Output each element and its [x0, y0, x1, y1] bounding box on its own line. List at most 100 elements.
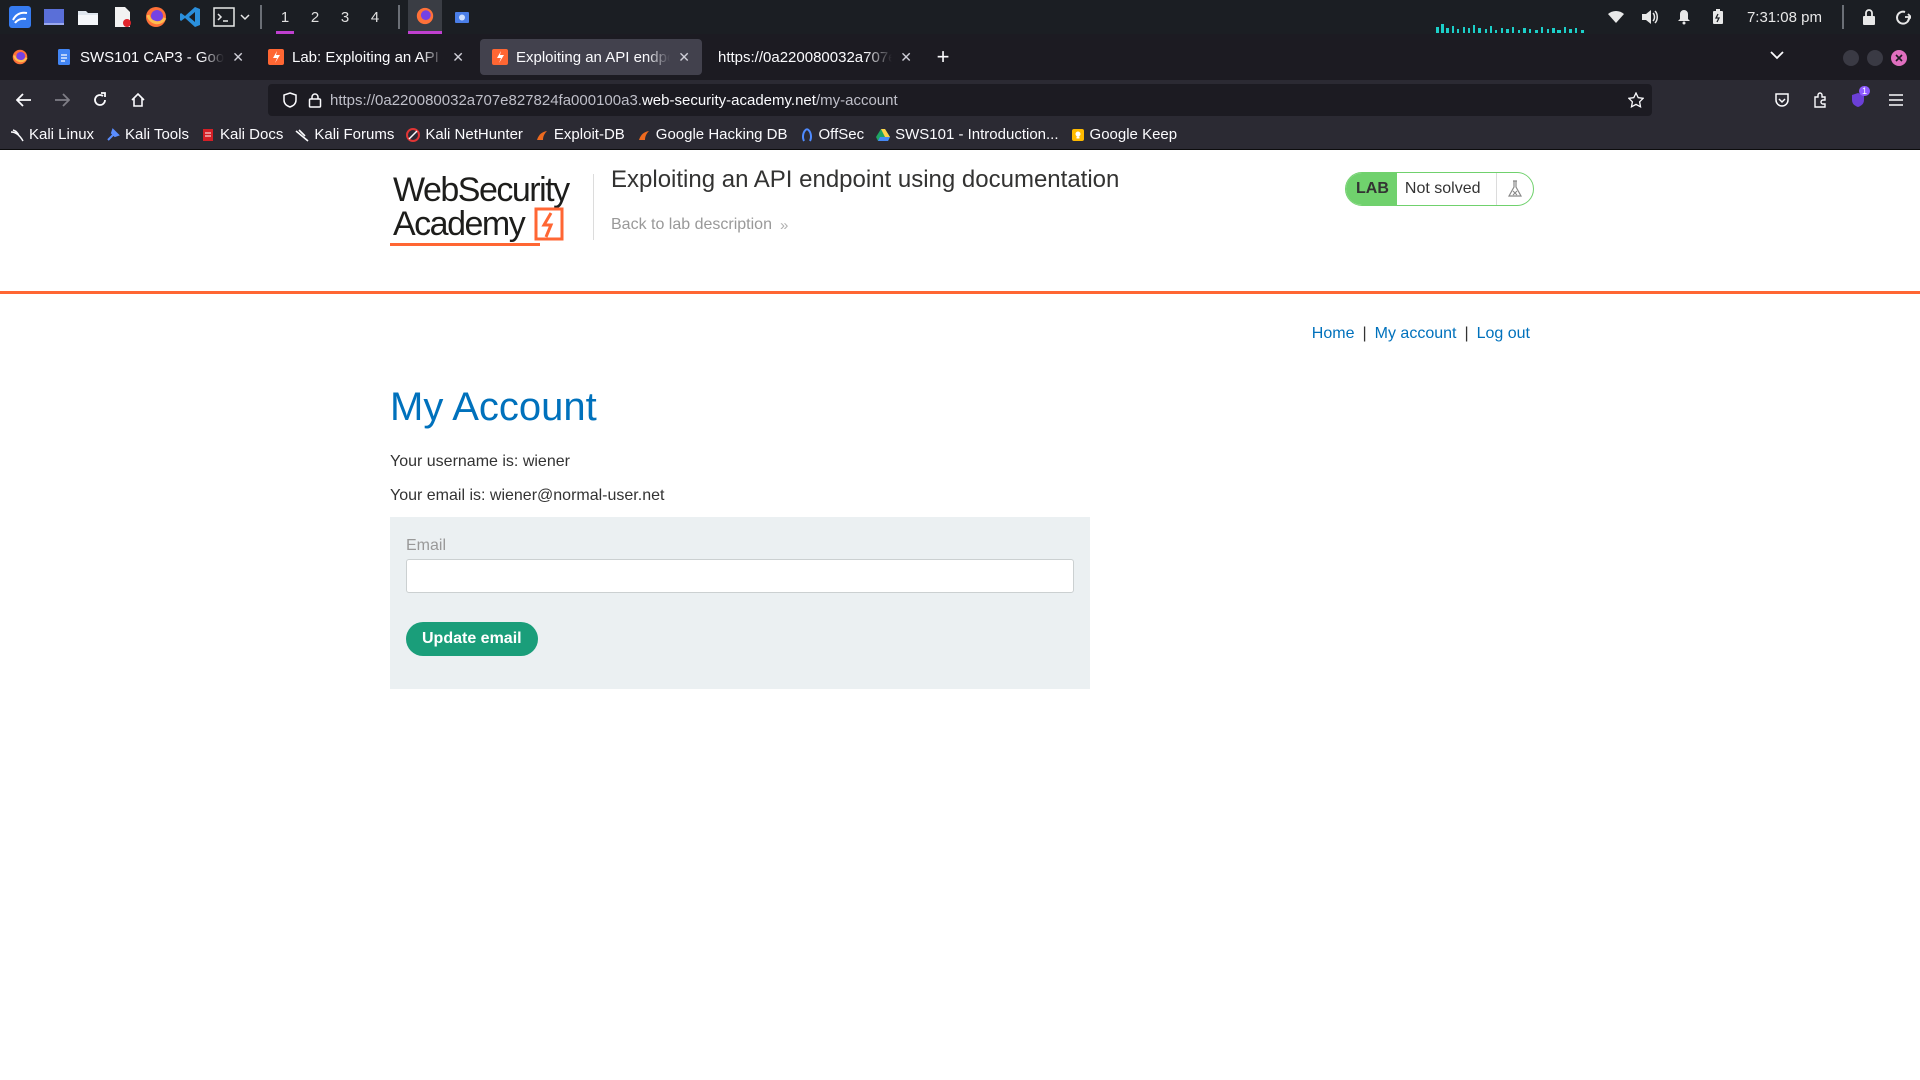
email-input[interactable] [406, 559, 1074, 593]
taskbar-separator [1842, 5, 1844, 29]
lab-title: Exploiting an API endpoint using documen… [611, 166, 1120, 193]
bookmark-kali-linux[interactable]: Kali Linux [10, 126, 94, 143]
pocket-icon[interactable] [1764, 84, 1800, 116]
update-email-button[interactable]: Update email [406, 622, 538, 656]
exploit-db-icon [536, 130, 547, 140]
extension-badge: 1 [1858, 86, 1870, 96]
bookmark-google-hacking-db[interactable]: Google Hacking DB [637, 126, 788, 143]
account-nav-links: Home | My account | Log out [1312, 325, 1530, 343]
workspace-1[interactable]: 1 [270, 0, 300, 34]
firefox-window-icon[interactable] [408, 0, 442, 34]
workspace-3[interactable]: 3 [330, 0, 360, 34]
web-security-academy-logo[interactable]: WebSecurity Academy [390, 171, 595, 249]
change-email-form: Email Update email [390, 517, 1090, 689]
double-chevron-right-icon: » [779, 216, 789, 234]
address-bar[interactable]: https://0a220080032a707e827824fa000100a3… [268, 84, 1652, 116]
bookmark-star-icon[interactable] [1628, 92, 1644, 108]
back-link-label: Back to lab description [611, 216, 772, 233]
bookmark-offsec[interactable]: OffSec [800, 126, 864, 143]
wifi-icon[interactable] [1599, 0, 1633, 34]
home-link[interactable]: Home [1312, 325, 1355, 342]
url-prefix: https://0a220080032a707e827824fa000100a3… [330, 91, 642, 109]
ghdb-icon [638, 130, 649, 140]
flask-icon [1497, 173, 1533, 205]
tab-title: Exploiting an API endpoint using documen… [516, 48, 670, 66]
tab-close-icon[interactable]: ✕ [452, 49, 464, 66]
extensions-puzzle-icon[interactable] [1802, 84, 1838, 116]
url-text[interactable]: https://0a220080032a707e827824fa000100a3… [330, 92, 898, 109]
hamburger-menu-icon[interactable] [1878, 84, 1914, 116]
page-title: My Account [390, 385, 597, 429]
bookmark-label: Google Hacking DB [655, 126, 788, 143]
tab-close-icon[interactable]: ✕ [900, 49, 912, 66]
bookmark-kali-tools[interactable]: Kali Tools [106, 126, 189, 143]
terminal-icon[interactable] [210, 3, 238, 31]
kali-dragon-icon [10, 128, 24, 141]
close-window-button[interactable] [1891, 50, 1907, 66]
bookmark-label: Kali Docs [219, 126, 284, 143]
workspace-4[interactable]: 4 [360, 0, 390, 34]
bookmark-kali-forums[interactable]: Kali Forums [295, 126, 394, 143]
padlock-icon[interactable] [308, 92, 322, 108]
portswigger-icon [492, 49, 508, 65]
taskbar-separator [260, 5, 262, 29]
back-arrow-icon[interactable] [6, 84, 42, 116]
kali-menu-icon[interactable] [6, 3, 34, 31]
url-path: /my-account [815, 91, 898, 109]
logout-power-icon[interactable] [1886, 0, 1920, 34]
tab-close-icon[interactable]: ✕ [232, 49, 244, 66]
bookmark-label: Google Keep [1089, 126, 1178, 143]
my-account-link[interactable]: My account [1375, 325, 1457, 342]
chevron-down-icon[interactable] [238, 3, 252, 31]
url-domain: web-security-academy.net [641, 91, 816, 109]
navigation-toolbar: https://0a220080032a707e827824fa000100a3… [0, 80, 1920, 120]
lab-header: WebSecurity Academy Exploiting an API en… [0, 151, 1920, 294]
volume-icon[interactable] [1633, 0, 1667, 34]
bookmark-sws101-introduction[interactable]: SWS101 - Introduction... [876, 126, 1059, 143]
nav-separator: | [1464, 325, 1469, 342]
bookmark-kali-nethunter[interactable]: Kali NetHunter [406, 126, 523, 143]
tracking-protection-shield-icon[interactable] [282, 92, 298, 108]
text-editor-icon[interactable] [108, 3, 136, 31]
bookmarks-toolbar: Kali Linux Kali Tools Kali Docs Kali For… [0, 120, 1920, 150]
logo-bolt-icon [534, 207, 564, 241]
bookmark-label: Kali Tools [125, 126, 189, 143]
minimize-window-button[interactable] [1843, 50, 1859, 66]
kali-docs-icon [202, 128, 213, 141]
tab-google-docs[interactable]: SWS101 CAP3 - Google Docs ✕ [44, 39, 256, 75]
bookmark-google-keep[interactable]: Google Keep [1071, 126, 1178, 143]
home-icon[interactable] [120, 84, 156, 116]
screenshot-window-icon[interactable] [448, 3, 476, 31]
tab-lab-url[interactable]: https://0a220080032a707e827824fa000100a3… [706, 39, 924, 75]
forward-arrow-icon[interactable] [44, 84, 80, 116]
bookmark-label: Kali Forums [314, 126, 395, 143]
google-docs-icon [58, 49, 70, 65]
bookmark-exploit-db[interactable]: Exploit-DB [535, 126, 625, 143]
tab-lab-active[interactable]: Exploiting an API endpoint using documen… [480, 39, 702, 75]
bookmark-label: SWS101 - Introduction... [895, 126, 1059, 143]
extension-shield-icon[interactable]: 1 [1840, 84, 1876, 116]
vscode-icon[interactable] [176, 3, 204, 31]
reload-icon[interactable] [82, 84, 118, 116]
firefox-view-icon[interactable] [0, 39, 40, 75]
lock-screen-icon[interactable] [1852, 0, 1886, 34]
taskbar-clock[interactable]: 7:31:08 pm [1735, 9, 1834, 26]
new-tab-button[interactable]: + [928, 42, 958, 72]
file-manager-icon[interactable] [74, 3, 102, 31]
logo-underline [390, 243, 540, 246]
username-info: Your username is: wiener [390, 453, 570, 470]
tab-lab-description[interactable]: Lab: Exploiting an API endpoint using do… [256, 39, 476, 75]
workspace-2[interactable]: 2 [300, 0, 330, 34]
show-desktop-icon[interactable] [40, 3, 68, 31]
back-to-lab-description-link[interactable]: Back to lab description » [611, 216, 788, 234]
bookmark-kali-docs[interactable]: Kali Docs [201, 126, 283, 143]
notification-bell-icon[interactable] [1667, 0, 1701, 34]
maximize-window-button[interactable] [1867, 50, 1883, 66]
log-out-link[interactable]: Log out [1477, 325, 1530, 342]
battery-icon[interactable] [1701, 0, 1735, 34]
tab-close-icon[interactable]: ✕ [678, 49, 690, 66]
list-all-tabs-icon[interactable] [1766, 44, 1788, 66]
lab-status-text: Not solved [1397, 173, 1498, 205]
kali-forums-icon [295, 128, 309, 142]
firefox-launcher-icon[interactable] [142, 3, 170, 31]
